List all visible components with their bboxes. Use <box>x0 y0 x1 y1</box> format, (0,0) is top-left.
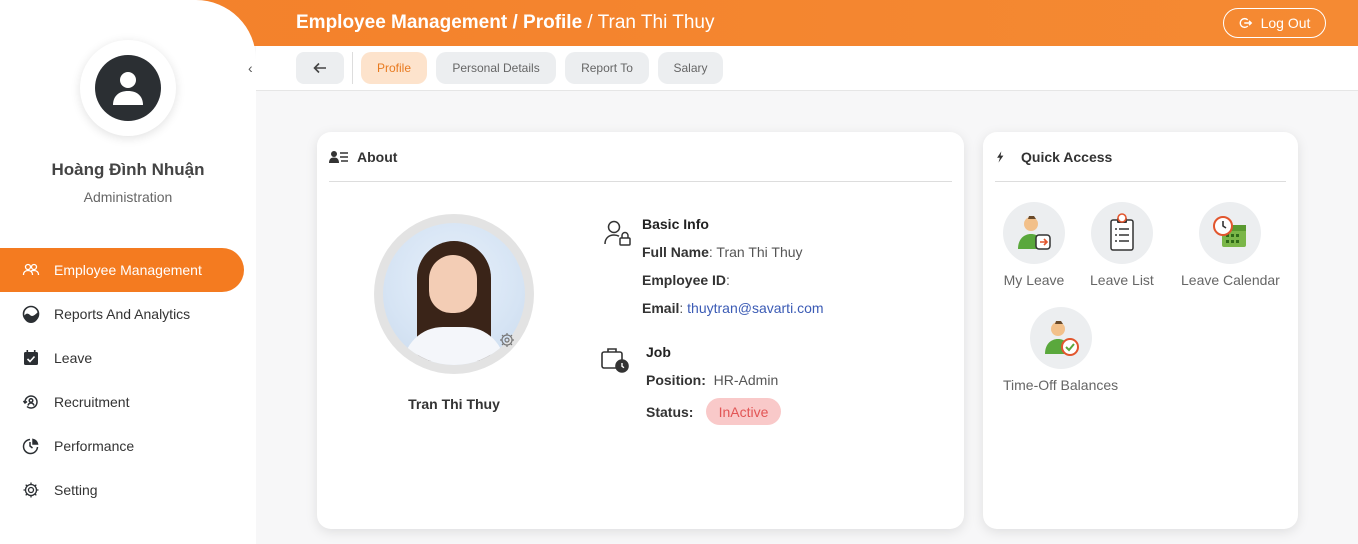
sidebar-item-performance[interactable]: Performance <box>0 424 256 468</box>
sidebar-item-employee-management[interactable]: Employee Management <box>0 248 244 292</box>
sidebar-item-reports-and-analytics[interactable]: Reports And Analytics <box>0 292 256 336</box>
status-row: Status: <box>646 404 693 420</box>
recruit-icon <box>22 395 38 409</box>
email-label: Email <box>642 300 680 316</box>
leave-calendar-icon <box>1213 216 1247 247</box>
sidebar-item-leave[interactable]: Leave <box>0 336 256 380</box>
profile-tabs-bar: Profile Personal Details Report To Salar… <box>256 46 1358 91</box>
logout-button[interactable]: Log Out <box>1223 8 1326 38</box>
about-card: About Tran Thi Thuy Basic Info Full Name… <box>317 132 964 529</box>
about-card-header: About <box>329 132 952 182</box>
user-role: Administration <box>83 189 173 205</box>
collapse-sidebar-icon[interactable]: ‹ <box>248 60 253 76</box>
breadcrumb: Employee Management / Profile / Tran Thi… <box>296 12 715 34</box>
sidebar-item-label: Reports And Analytics <box>54 306 191 322</box>
sidebar-item-label: Recruitment <box>54 394 130 410</box>
employee-id-label: Employee ID <box>642 272 727 288</box>
status-label: Status: <box>646 404 694 420</box>
quick-access-my-leave[interactable]: My Leave <box>1003 202 1065 288</box>
position-value: HR-Admin <box>713 372 779 388</box>
about-title: About <box>357 148 398 165</box>
basic-info-title: Basic Info <box>642 216 709 232</box>
quick-access-title: Quick Access <box>1021 148 1113 165</box>
sidebar-item-setting[interactable]: Setting <box>0 468 256 512</box>
gear-icon <box>23 482 39 498</box>
logout-icon <box>1239 17 1252 29</box>
leave-list-icon <box>1110 213 1134 251</box>
employee-id-row: Employee ID: <box>642 272 730 288</box>
sidebar-item-recruitment[interactable]: Recruitment <box>0 380 256 424</box>
quick-access-time-off-balances[interactable]: Time-Off Balances <box>1003 307 1118 393</box>
user-icon <box>113 72 143 105</box>
tab-report-to[interactable]: Report To <box>565 52 649 84</box>
calendar-check-icon <box>24 350 38 365</box>
employee-name: Tran Thi Thuy <box>408 396 500 412</box>
employee-id-value: : <box>726 272 730 288</box>
divider <box>352 52 353 84</box>
my-leave-icon <box>1018 216 1051 250</box>
quick-access-card: Quick Access My Leave Leave List Leave C… <box>983 132 1298 529</box>
chart-icon <box>22 305 40 323</box>
job-title: Job <box>646 344 671 360</box>
tab-salary[interactable]: Salary <box>658 52 723 84</box>
breadcrumb-current: / Tran Thi Thuy <box>582 12 715 33</box>
sidebar-item-label: Performance <box>54 438 135 454</box>
logout-label: Log Out <box>1260 15 1311 31</box>
back-button[interactable] <box>296 52 344 84</box>
quick-access-leave-list[interactable]: Leave List <box>1090 202 1154 288</box>
breadcrumb-employee-management[interactable]: Employee Management / <box>296 12 523 33</box>
quick-access-label: Leave Calendar <box>1181 272 1280 288</box>
sidebar-item-label: Setting <box>54 482 98 498</box>
lightning-icon <box>997 150 1004 163</box>
user-name: Hoàng Đình Nhuận <box>51 160 205 179</box>
full-name-label: Full Name <box>642 244 709 260</box>
breadcrumb-profile[interactable]: Profile <box>523 12 582 33</box>
photo-settings-icon[interactable] <box>499 332 515 348</box>
email-link[interactable]: thuytran@savarti.com <box>687 300 823 316</box>
quick-access-label: My Leave <box>1003 272 1065 288</box>
quick-access-header: Quick Access <box>995 132 1286 182</box>
employee-photo <box>374 214 534 374</box>
sidebar-menu: Employee Management Reports And Analytic… <box>0 248 256 512</box>
email-colon: : <box>679 300 688 316</box>
full-name-value: : Tran Thi Thuy <box>708 244 803 260</box>
sidebar-item-label: Leave <box>54 350 93 366</box>
quick-access-label: Time-Off Balances <box>1003 377 1119 393</box>
quick-access-leave-calendar[interactable]: Leave Calendar <box>1181 202 1280 288</box>
arrow-left-icon <box>313 62 326 74</box>
sidebar-item-label: Employee Management <box>54 262 202 278</box>
quick-access-label: Leave List <box>1090 272 1154 288</box>
sidebar: Hoàng Đình Nhuận Administration Employee… <box>0 0 256 544</box>
full-name-row: Full Name: Tran Thi Thuy <box>642 244 803 260</box>
briefcase-clock-icon <box>601 348 629 373</box>
users-icon <box>22 263 40 276</box>
tab-personal-details[interactable]: Personal Details <box>436 52 556 84</box>
time-off-balances-icon <box>1044 321 1079 356</box>
user-lock-icon <box>604 220 631 246</box>
tab-profile[interactable]: Profile <box>361 52 427 84</box>
user-list-icon <box>329 150 348 163</box>
position-row: Position: HR-Admin <box>646 372 778 388</box>
position-label: Position: <box>646 372 706 388</box>
performance-icon <box>22 438 39 455</box>
status-badge: InActive <box>706 398 781 425</box>
user-avatar[interactable] <box>80 40 176 136</box>
email-row: Email: thuytran@savarti.com <box>642 300 824 316</box>
